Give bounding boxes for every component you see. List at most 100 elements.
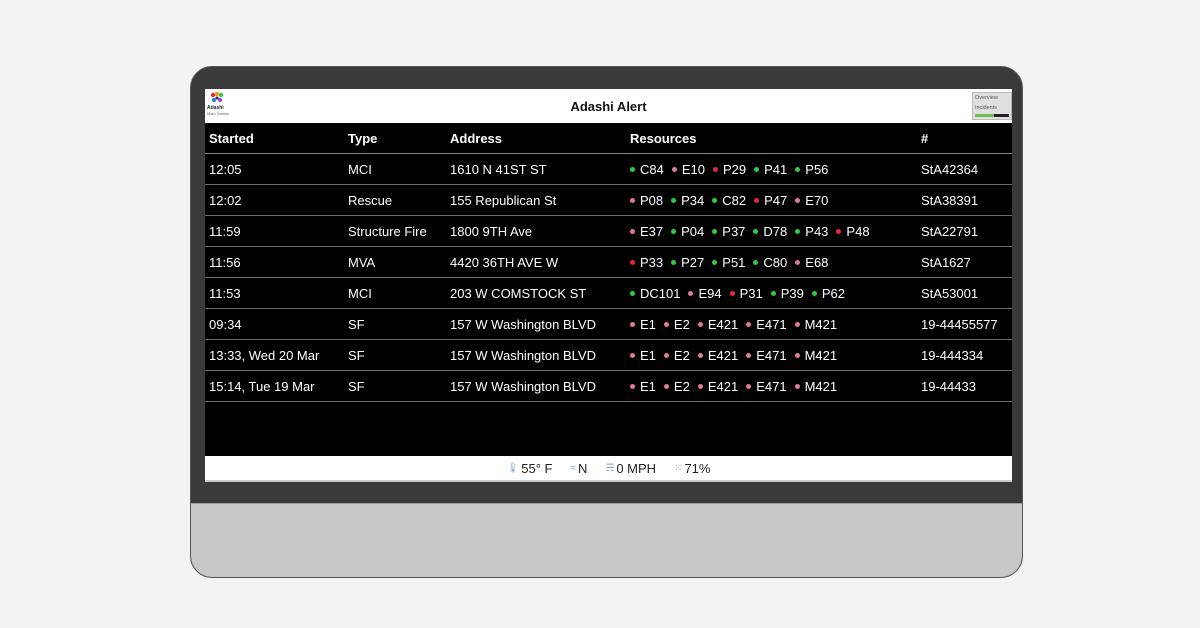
status-dot-icon xyxy=(712,259,718,265)
cell-resources: E1 E2 E421 E471 M421 xyxy=(626,308,917,340)
table-row[interactable]: 11:53 MCI 203 W COMSTOCK ST DC101 E94 P31 P39 P… xyxy=(205,277,1012,309)
resource-label: P04 xyxy=(681,223,705,239)
monitor-chin xyxy=(191,503,1022,577)
table-row[interactable]: 13:33, Wed 20 Mar SF 157 W Washington BLVD… xyxy=(205,339,1012,371)
cell-started: 15:14, Tue 19 Mar xyxy=(205,370,344,402)
resource-unit[interactable]: E94 xyxy=(688,285,722,301)
resource-unit[interactable]: DC101 xyxy=(630,286,680,301)
resource-unit[interactable]: P27 xyxy=(671,255,704,270)
resource-unit[interactable]: P33 xyxy=(630,255,663,270)
resource-label: P62 xyxy=(821,285,846,301)
resource-unit[interactable]: P34 xyxy=(671,193,704,208)
status-dot-icon xyxy=(712,228,718,234)
resource-unit[interactable]: E421 xyxy=(697,379,738,394)
resource-label: P29 xyxy=(723,161,747,177)
resource-label: P27 xyxy=(681,254,705,270)
column-header-number[interactable]: # xyxy=(917,123,1012,154)
resource-unit[interactable]: M421 xyxy=(794,379,837,394)
column-header-type[interactable]: Type xyxy=(344,123,446,154)
resource-unit[interactable]: P04 xyxy=(671,224,704,239)
resource-unit[interactable]: P41 xyxy=(754,162,787,177)
cell-type: Structure Fire xyxy=(344,215,446,247)
resource-unit[interactable]: P31 xyxy=(729,286,763,301)
status-dot-icon xyxy=(795,197,801,203)
resource-label: DC101 xyxy=(640,285,681,301)
resource-label: C82 xyxy=(722,192,747,208)
table-row[interactable]: 12:02 Rescue 155 Republican St P08 P34 C82 P47… xyxy=(205,184,1012,216)
resource-unit[interactable]: P37 xyxy=(712,224,745,239)
weather-bar: 🌡︎ 55° F ≈ N ☴ 0 MPH ⁙ 71% xyxy=(205,456,1012,482)
column-header-resources[interactable]: Resources xyxy=(626,123,917,154)
cell-started: 11:53 xyxy=(205,277,344,309)
resource-unit[interactable]: E2 xyxy=(663,347,690,363)
resource-label: E2 xyxy=(673,347,690,363)
status-dot-icon xyxy=(697,321,703,327)
resource-unit[interactable]: P56 xyxy=(795,162,828,177)
resource-unit[interactable]: P47 xyxy=(754,193,787,208)
resource-unit[interactable]: E37 xyxy=(630,224,663,239)
resource-unit[interactable]: M421 xyxy=(794,348,837,363)
resource-unit[interactable]: E68 xyxy=(795,255,828,270)
table-row[interactable]: 15:14, Tue 19 Mar SF 157 W Washington BLVD… xyxy=(205,370,1012,402)
resource-unit[interactable]: E421 xyxy=(697,348,738,363)
resource-unit[interactable]: E2 xyxy=(663,378,690,394)
cell-resources: E1 E2 E421 E471 M421 xyxy=(626,339,917,371)
resource-unit[interactable]: E471 xyxy=(746,379,787,394)
resource-unit[interactable]: E1 xyxy=(630,379,656,394)
resource-unit[interactable]: D78 xyxy=(753,224,787,239)
cell-resources: DC101 E94 P31 P39 P62 xyxy=(626,277,917,309)
resource-unit[interactable]: M421 xyxy=(794,317,837,332)
status-dot-icon xyxy=(630,197,635,203)
resource-unit[interactable]: E2 xyxy=(663,317,690,332)
resource-unit[interactable]: E10 xyxy=(671,162,705,177)
resource-label: E2 xyxy=(673,378,690,394)
resource-label: P48 xyxy=(846,223,870,239)
temperature-value: 55° F xyxy=(521,460,553,476)
resource-label: E471 xyxy=(756,316,787,332)
column-header-address[interactable]: Address xyxy=(446,123,626,154)
wind-direction-value: N xyxy=(577,460,588,476)
header-bar: Adashi Main Station Adashi Alert Overvie… xyxy=(205,89,1012,123)
resource-label: E421 xyxy=(707,316,739,332)
status-dot-icon xyxy=(663,321,669,327)
resource-unit[interactable]: C84 xyxy=(630,162,664,177)
resource-label: E1 xyxy=(640,316,656,332)
resource-label: E94 xyxy=(698,285,722,301)
table-row[interactable]: 11:56 MVA 4420 36TH AVE W P33 P27 P51 C80 E68 St… xyxy=(205,246,1012,278)
table-row[interactable]: 12:05 MCI 1610 N 41ST ST C84 E10 P29 P41 P56 StA… xyxy=(205,153,1012,185)
incidents-table-body: 12:05 MCI 1610 N 41ST ST C84 E10 P29 P41 P56 StA… xyxy=(205,153,1012,402)
table-row[interactable]: 11:59 Structure Fire 1800 9TH Ave E37 P04 P37… xyxy=(205,215,1012,247)
status-dot-icon xyxy=(770,290,776,296)
resource-unit[interactable]: P29 xyxy=(713,162,746,177)
resource-label: E68 xyxy=(805,254,829,270)
resource-unit[interactable]: P51 xyxy=(712,255,745,270)
cell-number: 19-44433 xyxy=(917,370,1012,402)
resource-unit[interactable]: E1 xyxy=(630,317,656,332)
resource-unit[interactable]: C80 xyxy=(753,255,787,270)
status-dot-icon xyxy=(671,197,677,203)
resource-unit[interactable]: C82 xyxy=(712,193,746,208)
nav-item-incidents[interactable]: Incidents xyxy=(973,103,1011,113)
cell-started: 11:56 xyxy=(205,246,344,278)
resource-unit[interactable]: P43 xyxy=(795,224,828,239)
column-header-started[interactable]: Started xyxy=(205,123,344,154)
nav-item-overview[interactable]: Overview xyxy=(973,93,1011,103)
resource-unit[interactable]: E471 xyxy=(746,347,787,363)
resource-unit[interactable]: P08 xyxy=(630,193,663,208)
resource-unit[interactable]: E471 xyxy=(746,316,787,332)
resource-unit[interactable]: E421 xyxy=(697,316,739,332)
resource-unit[interactable]: P39 xyxy=(770,286,804,301)
wind-direction-icon: ≈ xyxy=(570,462,576,474)
thermometer-icon: 🌡︎ xyxy=(506,462,520,474)
cell-resources: P08 P34 C82 P47 E70 xyxy=(626,184,917,216)
resource-label: E471 xyxy=(756,347,787,363)
status-dot-icon xyxy=(795,228,801,234)
resource-unit[interactable]: E1 xyxy=(630,348,656,363)
resource-unit[interactable]: E70 xyxy=(795,193,828,208)
table-row[interactable]: 09:34 SF 157 W Washington BLVD E1 E2 E421 E471… xyxy=(205,308,1012,340)
status-dot-icon xyxy=(671,166,677,172)
cell-resources: E1 E2 E421 E471 M421 xyxy=(626,370,917,402)
status-dot-icon xyxy=(663,352,669,358)
resource-unit[interactable]: P62 xyxy=(811,285,846,301)
resource-unit[interactable]: P48 xyxy=(836,223,870,239)
